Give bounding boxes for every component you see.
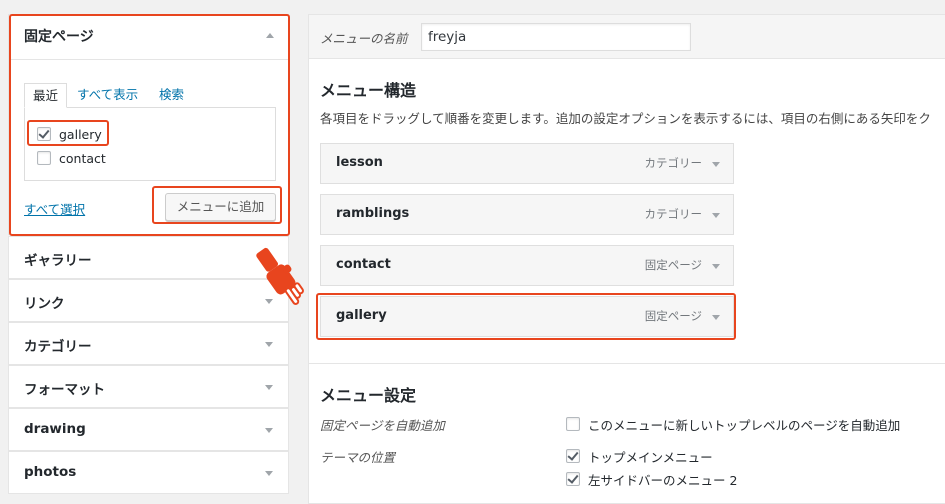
accordion-photos[interactable]: photos [8,451,289,494]
menu-item-type: カテゴリー [644,156,703,170]
menu-item-title: lesson [336,155,383,170]
menu-item-title: gallery [336,308,387,323]
pages-accordion: 固定ページ 最近 すべて表示 検索 gallery contact すべて選択 … [8,14,290,235]
theme-location-label: テーマの位置 [320,450,396,465]
checkbox-checked[interactable] [566,449,580,463]
accordion-links[interactable]: リンク [8,279,289,322]
triangle-down-icon[interactable] [265,342,273,347]
auto-add-option-label: このメニューに新しいトップレベルのページを自動追加 [588,417,901,433]
menu-settings-title: メニュー設定 [320,386,417,405]
menu-structure-description: 各項目をドラッグして順番を変更します。追加の設定オプションを表示するには、項目の… [320,111,931,126]
pages-checklist: gallery contact [24,107,276,181]
add-to-menu-button[interactable]: メニューに追加 [165,193,276,221]
accordion-label: ギャラリー [24,253,92,269]
pages-accordion-title[interactable]: 固定ページ [24,26,94,46]
accordion-categories[interactable]: カテゴリー [8,322,289,365]
accordion-label: リンク [24,296,65,312]
accordion-label: photos [24,464,77,480]
tab-search[interactable]: 検索 [151,83,192,108]
triangle-down-icon[interactable] [712,315,720,320]
triangle-down-icon[interactable] [265,471,273,476]
auto-add-label: 固定ページを自動追加 [320,418,445,433]
menu-items-sidebar: 固定ページ 最近 すべて表示 検索 gallery contact すべて選択 … [8,14,290,494]
page-option-gallery[interactable]: gallery [37,125,102,143]
accordion-drawing[interactable]: drawing [8,408,289,451]
tab-view-all[interactable]: すべて表示 [69,83,146,108]
menu-edit-panel: メニューの名前 freyja メニュー構造 各項目をドラッグして順番を変更します… [308,14,945,504]
page-option-label: gallery [59,126,102,142]
menu-item-type: カテゴリー [644,207,703,221]
auto-add-option[interactable]: このメニューに新しいトップレベルのページを自動追加 [566,415,900,433]
location-top-main-menu[interactable]: トップメインメニュー [566,447,713,465]
location-left-sidebar-menu-2[interactable]: 左サイドバーのメニュー 2 [566,470,737,488]
menu-item-ramblings[interactable]: ramblings カテゴリー [320,194,734,235]
accordion-formats[interactable]: フォーマット [8,365,289,408]
checkbox-checked[interactable] [37,127,51,141]
menu-item-type: 固定ページ [644,309,702,323]
checkbox[interactable] [566,417,580,431]
triangle-up-icon[interactable] [266,33,274,38]
triangle-down-icon[interactable] [712,162,720,167]
menu-item-type: 固定ページ [644,258,702,272]
accordion-gallery[interactable]: ギャラリー [8,236,289,279]
triangle-down-icon[interactable] [712,213,720,218]
page-option-contact[interactable]: contact [37,149,106,167]
menu-name-label: メニューの名前 [320,31,408,46]
divider [9,59,290,60]
page-option-label: contact [59,150,106,166]
menu-item-title: ramblings [336,206,410,221]
location-label: トップメインメニュー [588,449,713,465]
triangle-down-icon[interactable] [265,428,273,433]
location-label: 左サイドバーのメニュー 2 [588,472,738,488]
checkbox-checked[interactable] [566,472,580,486]
checkbox[interactable] [37,151,51,165]
select-all-link[interactable]: すべて選択 [24,199,85,218]
triangle-down-icon[interactable] [712,264,720,269]
accordion-label: フォーマット [24,382,105,398]
menu-item-title: contact [336,257,391,272]
triangle-down-icon[interactable] [265,385,273,390]
menu-name-input[interactable]: freyja [421,23,691,51]
menu-item-contact[interactable]: contact 固定ページ [320,245,734,286]
accordion-label: カテゴリー [24,339,92,355]
menu-name-bar: メニューの名前 freyja [309,15,945,59]
menu-structure-title: メニュー構造 [320,81,417,100]
pointing-hand-icon [256,247,304,305]
menu-item-gallery[interactable]: gallery 固定ページ [320,296,734,337]
accordion-label: drawing [24,421,86,437]
tab-recent[interactable]: 最近 [24,83,68,108]
menu-item-lesson[interactable]: lesson カテゴリー [320,143,734,184]
divider [309,363,945,364]
